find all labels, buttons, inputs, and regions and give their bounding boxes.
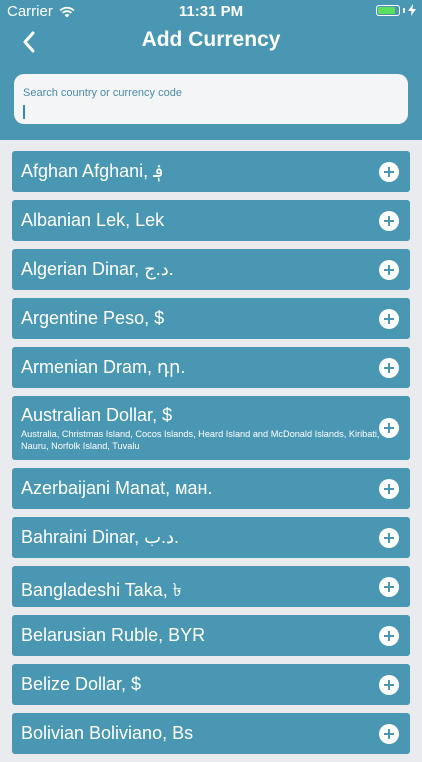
currency-list: Afghan Afghani, ؋ Albanian Lek, Lek Algeri… xyxy=(12,151,410,762)
add-circle-icon[interactable] xyxy=(379,479,399,499)
currency-row[interactable]: Armenian Dram, դր. xyxy=(12,347,410,388)
currency-row[interactable]: Bangladeshi Taka, ৳ xyxy=(12,566,410,607)
navigation-bar: Add Currency xyxy=(0,24,422,60)
currency-label: Bangladeshi Taka, ৳ xyxy=(21,580,182,600)
search-box[interactable] xyxy=(14,74,408,124)
page-title: Add Currency xyxy=(141,28,281,51)
battery-icon xyxy=(376,4,400,16)
add-circle-icon[interactable] xyxy=(379,211,399,231)
add-circle-icon[interactable] xyxy=(379,260,399,280)
currency-row[interactable]: Albanian Lek, Lek xyxy=(12,200,410,241)
currency-label: Algerian Dinar, د.ج. xyxy=(21,259,174,279)
currency-row[interactable]: Afghan Afghani, ؋ xyxy=(12,151,410,192)
add-circle-icon[interactable] xyxy=(379,358,399,378)
currency-label: Armenian Dram, դր. xyxy=(21,357,186,377)
search-input[interactable] xyxy=(23,87,399,99)
currency-label: Belarusian Ruble, BYR xyxy=(21,625,206,645)
currency-row[interactable]: Argentine Peso, $ xyxy=(12,298,410,339)
currency-label: Australian Dollar, $ xyxy=(21,405,173,425)
currency-row[interactable]: Australian Dollar, $ Australia, Christmas… xyxy=(12,396,410,460)
currency-label: Belize Dollar, $ xyxy=(21,674,142,694)
currency-row[interactable]: Azerbaijani Manat, ман. xyxy=(12,468,410,509)
currency-label: Albanian Lek, Lek xyxy=(21,210,165,230)
add-circle-icon[interactable] xyxy=(379,675,399,695)
battery-indicator xyxy=(376,4,416,16)
currency-label: Afghan Afghani, ؋ xyxy=(21,161,164,181)
add-circle-icon[interactable] xyxy=(379,724,399,744)
currency-label: Azerbaijani Manat, ман. xyxy=(21,478,213,498)
add-circle-icon[interactable] xyxy=(379,309,399,329)
currency-row[interactable]: Algerian Dinar, د.ج. xyxy=(12,249,410,290)
battery-tip xyxy=(403,7,405,13)
header: Carrier 11:31 PM Add Currency xyxy=(0,0,422,140)
add-circle-icon[interactable] xyxy=(379,577,399,597)
status-bar: Carrier 11:31 PM xyxy=(0,0,422,24)
currency-label: Bolivian Boliviano, Bs xyxy=(21,723,194,743)
add-circle-icon[interactable] xyxy=(379,528,399,548)
charging-bolt-icon xyxy=(408,4,416,16)
currency-row[interactable]: Bahraini Dinar, د.ب. xyxy=(12,517,410,558)
add-circle-icon[interactable] xyxy=(379,162,399,182)
currency-row[interactable]: Belize Dollar, $ xyxy=(12,664,410,705)
clock: 11:31 PM xyxy=(178,3,244,20)
add-circle-icon[interactable] xyxy=(379,418,399,438)
add-circle-icon[interactable] xyxy=(379,626,399,646)
battery-level-fill xyxy=(378,6,396,14)
currency-row[interactable]: Belarusian Ruble, BYR xyxy=(12,615,410,656)
currency-label: Argentine Peso, $ xyxy=(21,308,165,328)
currency-countries: Australia, Christmas Island, Cocos Islan… xyxy=(21,429,380,451)
text-cursor xyxy=(23,105,25,119)
currency-label: Bahraini Dinar, د.ب. xyxy=(21,527,180,547)
currency-row[interactable]: Bolivian Boliviano, Bs xyxy=(12,713,410,754)
